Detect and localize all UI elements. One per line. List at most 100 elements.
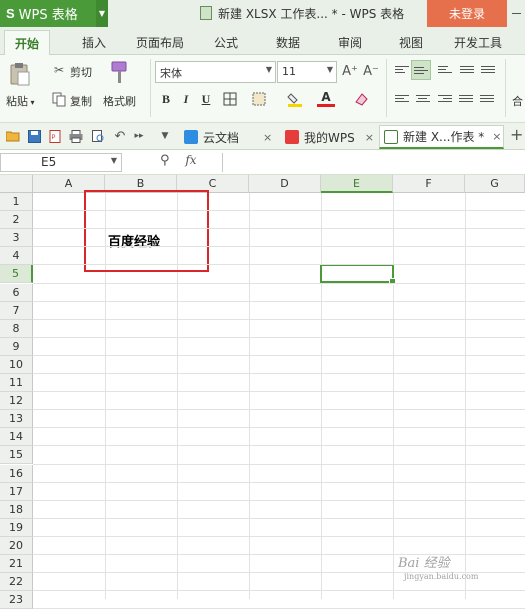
folder-open-icon[interactable] (6, 129, 20, 143)
align-middle-button[interactable] (411, 60, 431, 80)
align-right-icon[interactable] (438, 93, 452, 105)
copy-button[interactable]: 复制 (70, 93, 92, 109)
gridline (33, 445, 525, 447)
save-icon[interactable] (27, 129, 41, 143)
minimize-button[interactable] (507, 0, 525, 27)
app-name: WPS 表格 (18, 8, 78, 23)
shrink-font-button[interactable]: A⁻ (362, 62, 380, 80)
fill-color-icon[interactable] (286, 90, 304, 108)
column-header-g[interactable]: G (465, 175, 525, 193)
new-tab-plus-icon[interactable]: + (510, 125, 523, 144)
font-color-button[interactable]: A (317, 90, 335, 107)
doc-tab-cloud[interactable]: 云文档 × (180, 125, 272, 149)
row-header-23[interactable]: 23 (0, 591, 33, 609)
grow-font-button[interactable]: A⁺ (341, 62, 359, 80)
scissors-icon[interactable]: ✂ (51, 62, 67, 78)
row-header-19[interactable]: 19 (0, 518, 33, 537)
chevron-down-icon[interactable]: ▼ (158, 129, 172, 143)
name-box[interactable]: E5 ▼ (0, 153, 122, 172)
row-header-17[interactable]: 17 (0, 482, 33, 501)
tab-page-layout[interactable]: 页面布局 (136, 34, 184, 51)
row-header-1[interactable]: 1 (0, 193, 33, 212)
row-header-22[interactable]: 22 (0, 573, 33, 592)
tab-home[interactable]: 开始 (4, 30, 51, 56)
zoom-search-icon[interactable]: ⚲ (160, 153, 170, 168)
row-header-2[interactable]: 2 (0, 211, 33, 230)
row-header-11[interactable]: 11 (0, 374, 33, 393)
justify-icon[interactable] (459, 93, 473, 105)
title-bar: S WPS 表格 ▼ 新建 XLSX 工作表... * - WPS 表格 未登录 (0, 0, 525, 27)
font-size-select[interactable]: 11 ▼ (277, 61, 337, 83)
row-header-9[interactable]: 9 (0, 337, 33, 356)
row-header-18[interactable]: 18 (0, 500, 33, 519)
align-center-icon[interactable] (416, 93, 430, 105)
column-header-d[interactable]: D (249, 175, 321, 193)
row-header-3[interactable]: 3 (0, 229, 33, 248)
row-header-15[interactable]: 15 (0, 446, 33, 465)
column-header-f[interactable]: F (393, 175, 465, 193)
clear-format-icon[interactable] (352, 90, 370, 108)
more-icon[interactable]: ▸▸ (132, 129, 146, 143)
select-all-corner[interactable] (0, 175, 33, 193)
row-header-21[interactable]: 21 (0, 555, 33, 574)
align-top-icon[interactable] (395, 64, 409, 76)
cloud-doc-icon (184, 130, 198, 144)
row-header-8[interactable]: 8 (0, 319, 33, 338)
distribute-icon[interactable] (480, 93, 494, 105)
row-header-5[interactable]: 5 (0, 265, 33, 284)
row-header-12[interactable]: 12 (0, 392, 33, 411)
paste-icon[interactable] (8, 61, 32, 87)
export-pdf-icon[interactable]: P (48, 129, 62, 143)
print-icon[interactable] (69, 129, 83, 143)
row-header-10[interactable]: 10 (0, 355, 33, 374)
format-painter-icon[interactable] (107, 59, 133, 87)
copy-icon[interactable] (51, 91, 67, 107)
fx-button[interactable]: fx (185, 153, 196, 167)
tab-insert[interactable]: 插入 (82, 34, 106, 51)
italic-button[interactable]: I (177, 90, 195, 108)
row-header-7[interactable]: 7 (0, 301, 33, 320)
font-name-select[interactable]: 宋体 ▼ (155, 61, 276, 83)
column-header-e[interactable]: E (321, 175, 393, 193)
bold-button[interactable]: B (157, 90, 175, 108)
row-header-6[interactable]: 6 (0, 283, 33, 302)
indent-decrease-icon[interactable] (460, 64, 474, 76)
chevron-down-icon: ▼ (110, 156, 117, 165)
row-header-14[interactable]: 14 (0, 428, 33, 447)
row-header-20[interactable]: 20 (0, 536, 33, 555)
indent-increase-icon[interactable] (481, 64, 495, 76)
row-header-16[interactable]: 16 (0, 464, 33, 483)
gridline (33, 463, 525, 465)
merge-group-label[interactable]: 合 (512, 93, 523, 109)
gridline (393, 193, 394, 599)
doc-tab-my-wps[interactable]: 我的WPS × (281, 125, 374, 149)
tab-review[interactable]: 审阅 (338, 34, 362, 51)
row-header-13[interactable]: 13 (0, 410, 33, 429)
print-preview-icon[interactable] (91, 129, 105, 143)
undo-icon[interactable]: ↶ (113, 129, 127, 144)
tab-data[interactable]: 数据 (276, 34, 300, 51)
doc-tab-active-workbook[interactable]: 新建 X...作表 * × (379, 125, 504, 149)
spreadsheet-grid[interactable]: A B C D E F G 1 2 3 4 5 6 7 8 9 10 11 12 13 14 15 16 17 1… (0, 175, 525, 609)
app-menu-button[interactable]: S WPS 表格 ▼ (0, 0, 108, 27)
cut-button[interactable]: 剪切 (70, 64, 92, 80)
row-header-4[interactable]: 4 (0, 247, 33, 266)
tab-view[interactable]: 视图 (399, 34, 423, 51)
tab-developer[interactable]: 开发工具 (454, 34, 502, 51)
active-cell-e5[interactable] (320, 264, 396, 285)
format-painter-button[interactable]: 格式刷 (103, 93, 136, 109)
close-icon[interactable]: × (365, 131, 374, 144)
borders-icon[interactable] (221, 90, 239, 108)
tab-formulas[interactable]: 公式 (214, 34, 238, 51)
gridline (465, 193, 466, 599)
merge-cells-icon[interactable] (250, 90, 268, 108)
underline-button[interactable]: U (197, 90, 215, 108)
close-icon[interactable]: × (263, 131, 272, 144)
close-icon[interactable]: × (492, 130, 501, 143)
paste-label[interactable]: 粘贴 ▾ (6, 93, 35, 109)
login-button[interactable]: 未登录 (427, 0, 507, 27)
align-bottom-icon[interactable] (438, 64, 452, 76)
chevron-down-icon[interactable]: ▼ (96, 0, 108, 27)
align-left-icon[interactable] (395, 93, 409, 105)
formula-input[interactable] (222, 153, 525, 172)
